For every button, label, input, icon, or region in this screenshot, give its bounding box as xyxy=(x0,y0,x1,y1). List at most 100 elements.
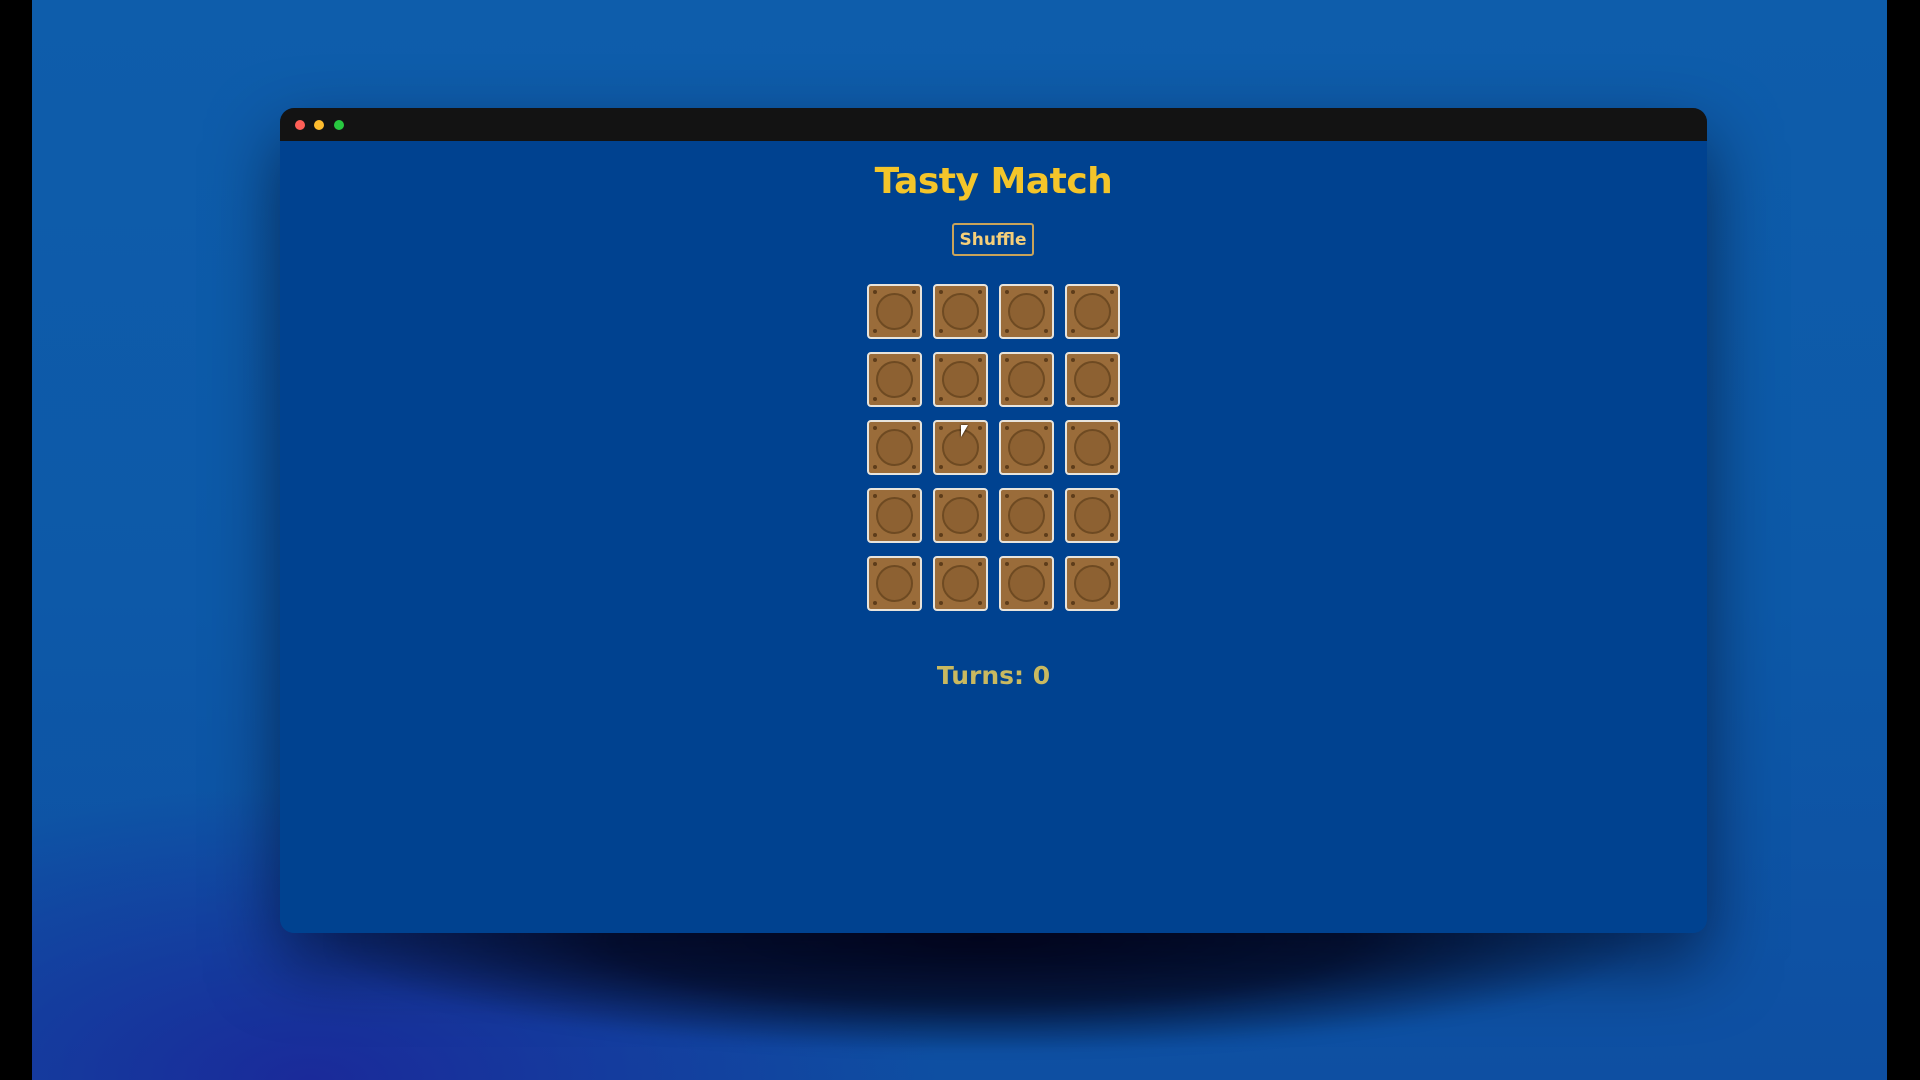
memory-card[interactable] xyxy=(867,352,922,407)
card-back-circle-icon xyxy=(942,361,979,398)
card-corner-dot xyxy=(1110,426,1114,430)
card-corner-dot xyxy=(873,494,877,498)
memory-card[interactable] xyxy=(867,488,922,543)
card-corner-dot xyxy=(939,397,943,401)
memory-card[interactable] xyxy=(1065,352,1120,407)
turns-counter: Turns: 0 xyxy=(936,661,1051,690)
card-corner-dot xyxy=(912,601,916,605)
card-back-circle-icon xyxy=(876,565,913,602)
memory-card[interactable] xyxy=(1065,488,1120,543)
card-corner-dot xyxy=(978,397,982,401)
card-corner-dot xyxy=(1044,290,1048,294)
card-corner-dot xyxy=(1071,494,1075,498)
card-corner-dot xyxy=(1071,601,1075,605)
card-corner-dot xyxy=(939,358,943,362)
card-corner-dot xyxy=(1071,465,1075,469)
card-back-circle-icon xyxy=(942,293,979,330)
card-corner-dot xyxy=(978,426,982,430)
browser-window: Tasty Match Shuffle Turns: 0 xyxy=(280,108,1707,933)
card-corner-dot xyxy=(1005,494,1009,498)
memory-card[interactable] xyxy=(1065,556,1120,611)
card-corner-dot xyxy=(912,329,916,333)
card-corner-dot xyxy=(912,465,916,469)
memory-card[interactable] xyxy=(999,556,1054,611)
card-back-circle-icon xyxy=(1074,293,1111,330)
card-back-circle-icon xyxy=(1008,565,1045,602)
card-corner-dot xyxy=(1071,562,1075,566)
game-title: Tasty Match xyxy=(874,161,1113,202)
card-corner-dot xyxy=(1044,329,1048,333)
memory-card[interactable] xyxy=(1065,420,1120,475)
card-corner-dot xyxy=(1110,562,1114,566)
card-corner-dot xyxy=(939,290,943,294)
card-corner-dot xyxy=(1005,562,1009,566)
mouse-cursor-icon xyxy=(961,425,968,437)
card-corner-dot xyxy=(1005,397,1009,401)
memory-card[interactable] xyxy=(999,488,1054,543)
card-back-circle-icon xyxy=(942,565,979,602)
card-back-circle-icon xyxy=(1008,293,1045,330)
card-corner-dot xyxy=(1005,426,1009,430)
card-corner-dot xyxy=(939,426,943,430)
memory-card[interactable] xyxy=(933,284,988,339)
card-corner-dot xyxy=(912,494,916,498)
card-corner-dot xyxy=(1071,329,1075,333)
memory-card[interactable] xyxy=(933,352,988,407)
card-corner-dot xyxy=(978,601,982,605)
card-back-circle-icon xyxy=(1074,565,1111,602)
card-corner-dot xyxy=(1044,397,1048,401)
memory-card[interactable] xyxy=(1065,284,1120,339)
game-page: Tasty Match Shuffle Turns: 0 xyxy=(280,141,1707,933)
card-corner-dot xyxy=(1044,465,1048,469)
card-corner-dot xyxy=(873,465,877,469)
card-corner-dot xyxy=(912,397,916,401)
memory-card[interactable] xyxy=(933,556,988,611)
card-corner-dot xyxy=(1071,426,1075,430)
card-back-circle-icon xyxy=(942,497,979,534)
memory-card[interactable] xyxy=(999,420,1054,475)
memory-card[interactable] xyxy=(999,284,1054,339)
card-corner-dot xyxy=(1005,329,1009,333)
card-corner-dot xyxy=(978,533,982,537)
card-corner-dot xyxy=(912,290,916,294)
card-corner-dot xyxy=(1044,533,1048,537)
desktop-background: Tasty Match Shuffle Turns: 0 xyxy=(32,0,1887,1080)
card-corner-dot xyxy=(1110,329,1114,333)
memory-card[interactable] xyxy=(867,420,922,475)
card-corner-dot xyxy=(939,601,943,605)
card-corner-dot xyxy=(1005,601,1009,605)
card-corner-dot xyxy=(939,562,943,566)
card-corner-dot xyxy=(1005,533,1009,537)
card-corner-dot xyxy=(873,601,877,605)
card-back-circle-icon xyxy=(1074,497,1111,534)
card-corner-dot xyxy=(912,358,916,362)
memory-card[interactable] xyxy=(933,488,988,543)
card-back-circle-icon xyxy=(1008,361,1045,398)
card-corner-dot xyxy=(873,329,877,333)
card-corner-dot xyxy=(1071,290,1075,294)
shuffle-button[interactable]: Shuffle xyxy=(952,223,1034,256)
memory-card[interactable] xyxy=(867,556,922,611)
card-corner-dot xyxy=(939,494,943,498)
minimize-window-button[interactable] xyxy=(314,120,324,130)
close-window-button[interactable] xyxy=(295,120,305,130)
memory-card[interactable] xyxy=(999,352,1054,407)
card-corner-dot xyxy=(978,494,982,498)
card-back-circle-icon xyxy=(1074,429,1111,466)
card-corner-dot xyxy=(978,562,982,566)
card-corner-dot xyxy=(1044,562,1048,566)
card-corner-dot xyxy=(873,397,877,401)
memory-card[interactable] xyxy=(867,284,922,339)
card-corner-dot xyxy=(1044,494,1048,498)
card-corner-dot xyxy=(1110,397,1114,401)
card-corner-dot xyxy=(978,290,982,294)
card-back-circle-icon xyxy=(1008,497,1045,534)
card-back-circle-icon xyxy=(876,361,913,398)
card-corner-dot xyxy=(939,329,943,333)
card-back-circle-icon xyxy=(876,429,913,466)
maximize-window-button[interactable] xyxy=(334,120,344,130)
card-corner-dot xyxy=(1005,465,1009,469)
card-back-circle-icon xyxy=(1008,429,1045,466)
card-corner-dot xyxy=(939,533,943,537)
card-corner-dot xyxy=(912,426,916,430)
